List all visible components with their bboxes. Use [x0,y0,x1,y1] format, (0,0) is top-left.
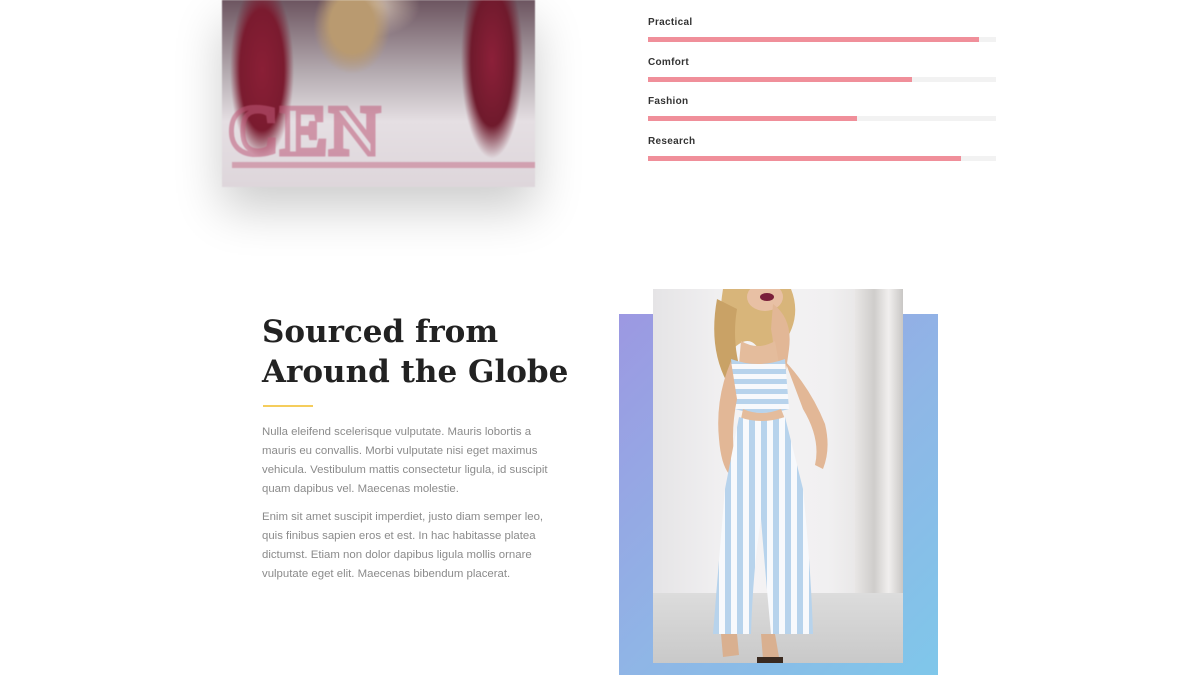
skill-bar-track [648,37,996,42]
section-paragraph-1: Nulla eleifend scelerisque vulputate. Ma… [262,426,548,495]
section-paragraph-2: Enim sit amet suscipit imperdiet, justo … [262,511,544,580]
skill-label: Practical [648,17,693,28]
skill-fashion: Fashion [648,95,996,135]
skill-bar-fill [648,76,913,82]
skill-research: Research [648,135,996,175]
skill-bar-fill [648,155,962,161]
portrait-photo: CEN [222,0,535,187]
skill-bar-track [648,116,996,121]
shirt-print-graphic-lower [232,162,535,187]
section-heading: Sourced from Around the Globe [262,314,569,390]
shirt-print-graphic: CEN [226,91,383,173]
skill-bar-fill [648,37,979,42]
model-figure [713,289,828,663]
skill-bar-track [648,155,996,161]
skill-bar-track [648,76,996,82]
skill-label: Research [648,135,696,147]
skill-practical: Practical [648,16,996,56]
skills-bars: Practical Comfort Fashion Research [648,16,996,174]
skill-label: Comfort [648,56,689,68]
skill-label: Fashion [648,96,689,107]
fashion-photo [653,289,903,663]
skill-bar-fill [648,116,857,121]
skill-comfort: Comfort [648,56,996,96]
heading-divider [263,405,313,407]
